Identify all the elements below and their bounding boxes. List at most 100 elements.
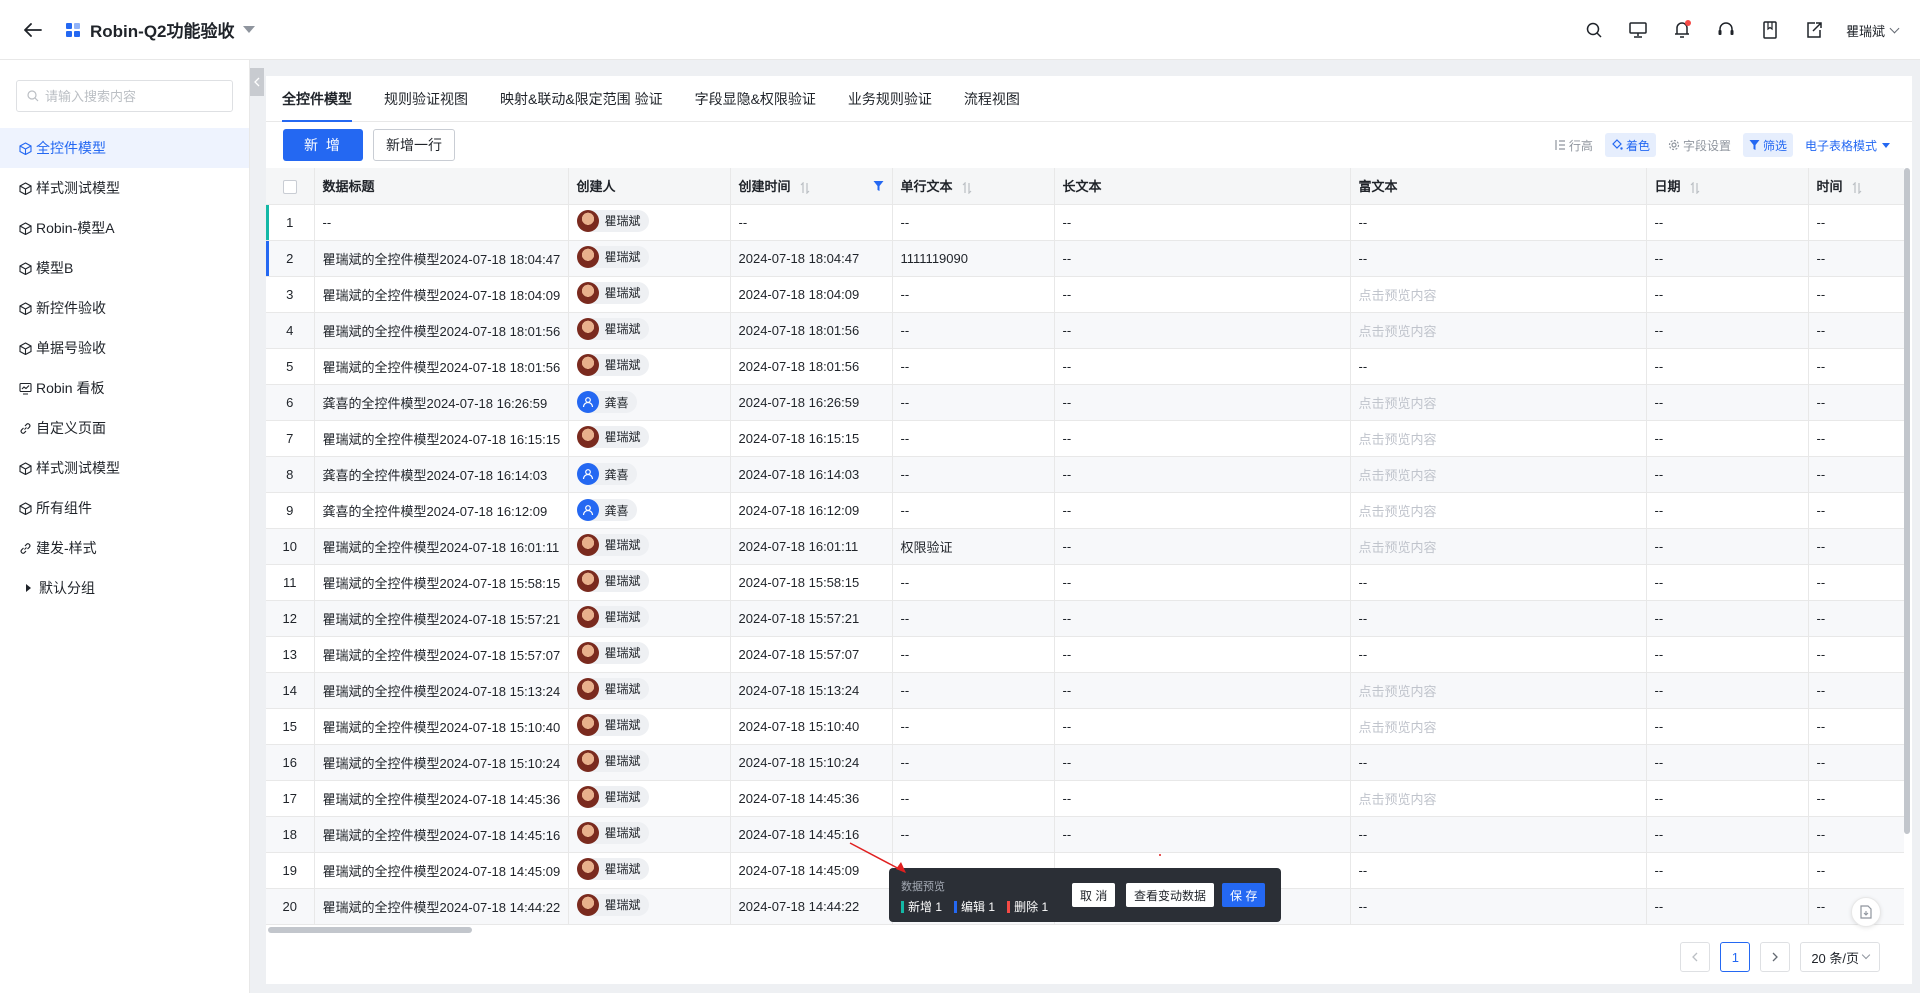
table-row[interactable]: 11 瞿瑞斌的全控件模型2024-07-18 15:58:15 瞿瑞斌 2024-07…	[266, 564, 1904, 601]
table-cell[interactable]: 龚喜的全控件模型2024-07-18 16:26:59	[314, 384, 569, 421]
table-cell[interactable]: 龚喜的全控件模型2024-07-18 16:14:03	[314, 456, 569, 493]
table-row[interactable]: 4 瞿瑞斌的全控件模型2024-07-18 18:01:56 瞿瑞斌 2024-07-…	[266, 312, 1904, 349]
table-cell[interactable]: 2024-07-18 15:58:15	[730, 564, 893, 601]
row-height-tool[interactable]: 行高	[1548, 133, 1599, 157]
sidebar-item[interactable]: 样式测试模型	[0, 168, 249, 208]
support-headset-icon[interactable]	[1704, 8, 1748, 52]
table-cell[interactable]: --	[1646, 708, 1809, 745]
table-cell[interactable]: --	[892, 204, 1055, 241]
tab[interactable]: 规则验证视图	[384, 89, 468, 121]
table-row[interactable]: 16 瞿瑞斌的全控件模型2024-07-18 15:10:24 瞿瑞斌 2024-07…	[266, 744, 1904, 781]
row-number[interactable]: 16	[266, 744, 315, 781]
export-icon[interactable]	[1792, 8, 1836, 52]
table-cell[interactable]: 2024-07-18 18:01:56	[730, 348, 893, 385]
column-header[interactable]: 创建时间	[730, 168, 893, 205]
table-cell[interactable]: 瞿瑞斌	[568, 672, 731, 709]
table-cell[interactable]: --	[1054, 816, 1351, 853]
monitor-icon[interactable]	[1616, 8, 1660, 52]
document-help-icon[interactable]	[1851, 897, 1881, 927]
table-cell[interactable]: 瞿瑞斌	[568, 420, 731, 457]
table-cell[interactable]: --	[1054, 780, 1351, 817]
sidebar-item[interactable]: Robin 看板	[0, 368, 249, 408]
table-cell[interactable]: --	[892, 348, 1055, 385]
table-cell[interactable]: --	[1808, 384, 1904, 421]
table-cell[interactable]: --	[892, 312, 1055, 349]
row-number[interactable]: 15	[266, 708, 315, 745]
tab[interactable]: 字段显隐&权限验证	[695, 89, 816, 121]
tab[interactable]: 全控件模型	[282, 89, 352, 122]
table-cell[interactable]: --	[1646, 456, 1809, 493]
sidebar-item[interactable]: 建发-样式	[0, 528, 249, 568]
table-cell[interactable]: --	[1646, 492, 1809, 529]
table-cell[interactable]: 龚喜	[568, 492, 731, 529]
table-cell[interactable]: --	[1350, 852, 1647, 889]
table-row[interactable]: 3 瞿瑞斌的全控件模型2024-07-18 18:04:09 瞿瑞斌 2024-07-…	[266, 276, 1904, 313]
row-number[interactable]: 18	[266, 816, 315, 853]
table-cell[interactable]: 瞿瑞斌的全控件模型2024-07-18 14:45:36	[314, 780, 569, 817]
table-row[interactable]: 2 瞿瑞斌的全控件模型2024-07-18 18:04:47 瞿瑞斌 2024-07-…	[266, 240, 1904, 277]
row-number[interactable]: 1	[266, 204, 315, 241]
table-cell[interactable]: --	[1350, 636, 1647, 673]
table-cell[interactable]: --	[1646, 276, 1809, 313]
row-number[interactable]: 20	[266, 888, 315, 925]
table-cell[interactable]: --	[1646, 888, 1809, 925]
table-cell[interactable]: --	[1054, 744, 1351, 781]
table-cell[interactable]: --	[892, 420, 1055, 457]
table-cell[interactable]: --	[1054, 564, 1351, 601]
table-cell[interactable]: --	[1808, 564, 1904, 601]
table-cell[interactable]: 2024-07-18 15:57:07	[730, 636, 893, 673]
table-cell[interactable]: 瞿瑞斌的全控件模型2024-07-18 16:15:15	[314, 420, 569, 457]
table-cell[interactable]: --	[1808, 816, 1904, 853]
table-row[interactable]: 6 龚喜的全控件模型2024-07-18 16:26:59 龚喜 2024-07-18…	[266, 384, 1904, 421]
tab[interactable]: 映射&联动&限定范围 验证	[500, 89, 663, 121]
table-cell[interactable]: --	[1646, 348, 1809, 385]
table-row[interactable]: 18 瞿瑞斌的全控件模型2024-07-18 14:45:16 瞿瑞斌 2024-07…	[266, 816, 1904, 853]
cancel-button[interactable]: 取 消	[1072, 883, 1116, 907]
filter-icon[interactable]	[873, 180, 884, 195]
table-cell[interactable]: 2024-07-18 15:57:21	[730, 600, 893, 637]
table-cell[interactable]: --	[1054, 600, 1351, 637]
table-cell[interactable]: --	[1808, 492, 1904, 529]
table-cell[interactable]: --	[1054, 456, 1351, 493]
table-cell[interactable]: --	[1350, 744, 1647, 781]
sidebar-item[interactable]: 所有组件	[0, 488, 249, 528]
table-cell[interactable]: 龚喜	[568, 384, 731, 421]
table-cell[interactable]: --	[1808, 312, 1904, 349]
field-settings-tool[interactable]: 字段设置	[1662, 133, 1737, 157]
bell-icon[interactable]	[1660, 8, 1704, 52]
sidebar-item[interactable]: 样式测试模型	[0, 448, 249, 488]
table-cell[interactable]: 2024-07-18 16:26:59	[730, 384, 893, 421]
table-cell[interactable]: 瞿瑞斌的全控件模型2024-07-18 15:13:24	[314, 672, 569, 709]
page-number-button[interactable]: 1	[1720, 942, 1751, 972]
table-row[interactable]: 15 瞿瑞斌的全控件模型2024-07-18 15:10:40 瞿瑞斌 2024-07…	[266, 708, 1904, 745]
table-cell[interactable]: --	[1808, 708, 1904, 745]
table-cell[interactable]: --	[1054, 240, 1351, 277]
table-cell[interactable]: --	[1350, 348, 1647, 385]
tab[interactable]: 流程视图	[964, 89, 1020, 121]
row-number[interactable]: 19	[266, 852, 315, 889]
table-cell[interactable]: 2024-07-18 15:13:24	[730, 672, 893, 709]
row-number[interactable]: 8	[266, 456, 315, 493]
table-cell[interactable]: 点击预览内容	[1350, 708, 1647, 745]
table-cell[interactable]: --	[1054, 636, 1351, 673]
table-row[interactable]: 1 -- 瞿瑞斌 -- -- -- -- -- --	[266, 204, 1904, 241]
table-cell[interactable]: --	[1646, 204, 1809, 241]
table-cell[interactable]: --	[1054, 528, 1351, 565]
table-cell[interactable]: 瞿瑞斌	[568, 348, 731, 385]
table-cell[interactable]: 瞿瑞斌的全控件模型2024-07-18 15:10:40	[314, 708, 569, 745]
user-menu[interactable]: 瞿瑞斌	[1846, 21, 1900, 40]
table-cell[interactable]: --	[1808, 528, 1904, 565]
table-cell[interactable]: --	[1054, 492, 1351, 529]
sidebar-item[interactable]: 自定义页面	[0, 408, 249, 448]
tab[interactable]: 业务规则验证	[848, 89, 932, 121]
table-cell[interactable]: --	[1054, 708, 1351, 745]
row-number[interactable]: 2	[266, 240, 315, 277]
table-cell[interactable]: --	[1646, 744, 1809, 781]
table-cell[interactable]: --	[730, 204, 893, 241]
table-cell[interactable]: 2024-07-18 18:04:09	[730, 276, 893, 313]
table-cell[interactable]: 点击预览内容	[1350, 312, 1647, 349]
table-cell[interactable]: 瞿瑞斌	[568, 204, 731, 241]
table-cell[interactable]: --	[1350, 240, 1647, 277]
column-header[interactable]: 创建人	[568, 168, 731, 205]
row-number[interactable]: 13	[266, 636, 315, 673]
